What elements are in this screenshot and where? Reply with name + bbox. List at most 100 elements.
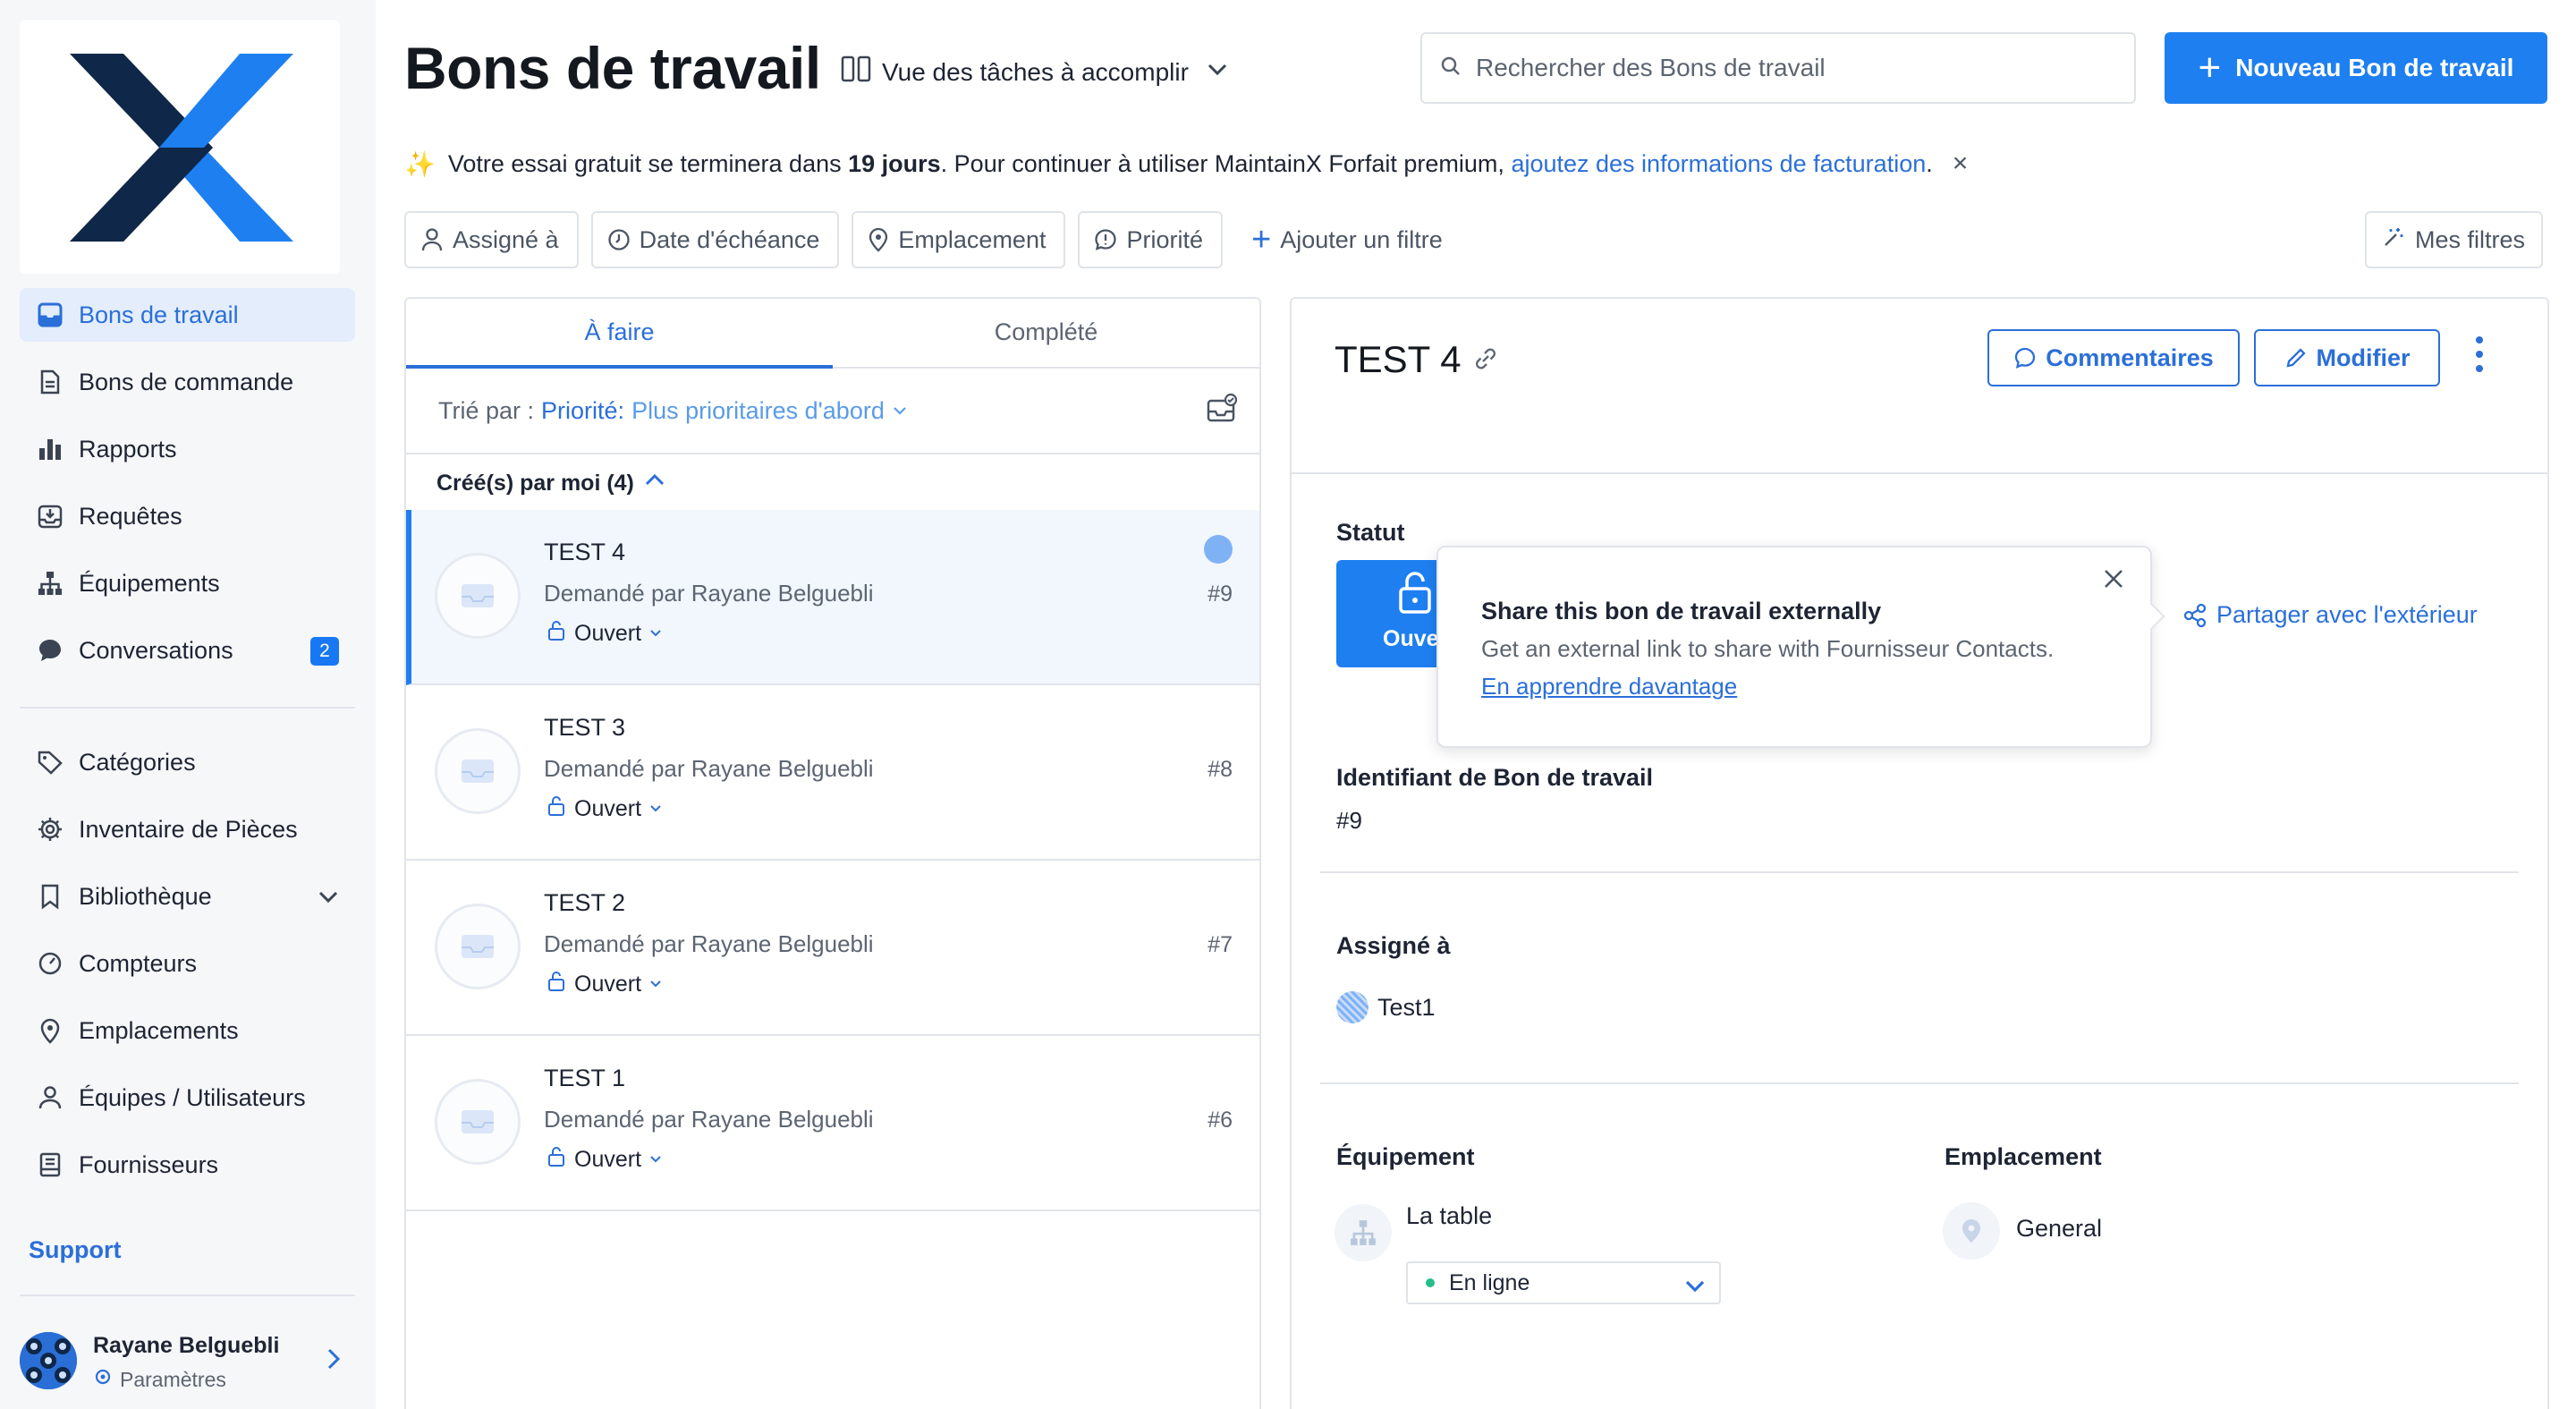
work-order-requester: Demandé par Rayane Belguebli [544, 930, 874, 957]
status-dropdown[interactable]: Ouvert [544, 1147, 663, 1173]
search-input[interactable] [1476, 54, 2102, 82]
popover-title: Share this bon de travail externally [1481, 598, 1882, 624]
work-order-thumbnail [435, 553, 521, 639]
sidebar-item-locations[interactable]: Emplacements [20, 1004, 355, 1057]
chevron-down-icon [648, 796, 663, 822]
link-icon[interactable] [1472, 338, 1499, 381]
detail-title-text: TEST 4 [1335, 338, 1462, 380]
sidebar-item-conversations[interactable]: Conversations 2 [20, 624, 355, 677]
sort-prefix: Trié par : [438, 397, 535, 424]
work-order-title: TEST 2 [544, 889, 626, 916]
status-dropdown[interactable]: Ouvert [544, 621, 663, 647]
work-order-thumbnail [435, 1079, 521, 1165]
close-icon[interactable]: × [1953, 149, 1969, 179]
list-item[interactable]: TEST 2 Demandé par Rayane Belguebli Ouve… [406, 861, 1259, 1036]
filter-assigned-to[interactable]: Assigné à [404, 211, 579, 268]
sidebar-item-vendors[interactable]: Fournisseurs [20, 1138, 355, 1192]
sidebar-item-label: Inventaire de Pièces [79, 815, 298, 843]
chevron-down-icon [1683, 1274, 1707, 1303]
sidebar-item-label: Catégories [79, 748, 196, 776]
avatar [1336, 991, 1368, 1023]
my-filters-button[interactable]: Mes filtres [2365, 211, 2544, 268]
assignee[interactable]: Test1 [1336, 991, 1436, 1023]
status-label: Statut [1336, 519, 1405, 546]
sidebar-item-label: Équipements [79, 569, 220, 597]
location-value[interactable]: General [2016, 1215, 2102, 1243]
list-item[interactable]: TEST 3 Demandé par Rayane Belguebli Ouve… [406, 685, 1259, 861]
user-profile[interactable]: Rayane Belguebli Paramètres [20, 1328, 355, 1396]
sidebar-item-meters[interactable]: Compteurs [20, 937, 355, 990]
document-icon [34, 366, 66, 398]
asset-state-select[interactable]: En ligne [1406, 1261, 1721, 1304]
bookmark-icon [34, 880, 66, 912]
sort-control[interactable]: Trié par : Priorité: Plus prioritaires d… [438, 397, 908, 425]
filter-location[interactable]: Emplacement [852, 211, 1066, 268]
chevron-down-icon[interactable] [316, 884, 341, 915]
sidebar-item-categories[interactable]: Catégories [20, 735, 355, 789]
sidebar-item-work-orders[interactable]: Bons de travail [20, 288, 355, 342]
sidebar-item-requests[interactable]: Requêtes [20, 489, 355, 543]
share-externally-label: Partager avec l'extérieur [2216, 601, 2478, 628]
hierarchy-icon [34, 567, 66, 599]
search-box[interactable] [1420, 32, 2136, 104]
unlock-icon [547, 1147, 565, 1173]
sidebar-item-reports[interactable]: Rapports [20, 422, 355, 476]
trial-banner: ✨ Votre essai gratuit se terminera dans … [404, 149, 1968, 179]
profile-name: Rayane Belguebli [93, 1333, 280, 1358]
hierarchy-icon [1335, 1204, 1392, 1261]
comments-label: Commentaires [2046, 344, 2214, 371]
asset-value[interactable]: La table [1406, 1202, 1492, 1230]
chevron-right-icon[interactable] [319, 1345, 346, 1377]
work-order-detail: TEST 4 Commentaires Modifier Statut Ouve… [1290, 297, 2549, 1409]
gear-icon [34, 813, 66, 845]
status-dropdown[interactable]: Ouvert [544, 796, 663, 822]
work-order-title: TEST 3 [544, 714, 626, 741]
work-order-title: TEST 1 [544, 1065, 626, 1091]
status-label: Ouvert [574, 621, 642, 646]
popover-body: Get an external link to share with Fourn… [1481, 635, 2055, 662]
share-externally-link[interactable]: Partager avec l'extérieur [2182, 601, 2478, 629]
learn-more-link[interactable]: En apprendre davantage [1481, 673, 1737, 700]
support-link[interactable]: Support [29, 1236, 121, 1264]
filter-priority[interactable]: Priorité [1078, 211, 1223, 268]
status-dropdown[interactable]: Ouvert [544, 972, 663, 997]
tab-completed[interactable]: Complété [833, 318, 1259, 346]
edit-button[interactable]: Modifier [2254, 329, 2440, 386]
columns-icon [841, 55, 871, 89]
chat-icon [34, 634, 66, 666]
add-filter-label: Ajouter un filtre [1280, 225, 1443, 253]
chevron-down-icon [648, 972, 663, 997]
close-icon[interactable] [2102, 567, 2125, 595]
profile-settings[interactable]: Paramètres [93, 1367, 226, 1392]
sidebar-item-label: Emplacements [79, 1016, 239, 1044]
view-selector[interactable]: Vue des tâches à accomplir [841, 55, 1230, 89]
new-work-order-button[interactable]: + Nouveau Bon de travail [2165, 32, 2547, 104]
sidebar-item-label: Bibliothèque [79, 882, 212, 910]
divider [1320, 1082, 2519, 1084]
filter-due-date[interactable]: Date d'échéance [590, 211, 840, 268]
inbox-check-icon[interactable] [1206, 392, 1238, 429]
group-header[interactable]: Créé(s) par moi (4) [436, 469, 666, 498]
sidebar-item-label: Compteurs [79, 949, 198, 977]
work-order-number: #8 [1208, 757, 1233, 782]
sidebar-item-teams-users[interactable]: Équipes / Utilisateurs [20, 1071, 355, 1125]
sidebar-item-purchase-orders[interactable]: Bons de commande [20, 355, 355, 409]
billing-link[interactable]: ajoutez des informations de facturation [1511, 150, 1926, 178]
asset-label: Équipement [1336, 1143, 1475, 1170]
work-order-thumbnail [435, 728, 521, 814]
location-icon [1943, 1202, 2000, 1260]
clock-icon [607, 228, 631, 251]
logo[interactable] [20, 20, 340, 274]
more-options-icon[interactable] [2474, 335, 2485, 378]
comments-button[interactable]: Commentaires [1987, 329, 2240, 386]
list-item[interactable]: TEST 1 Demandé par Rayane Belguebli Ouve… [406, 1036, 1259, 1211]
list-tabs: À faire Complété [406, 299, 1259, 369]
filter-label: Priorité [1126, 225, 1203, 253]
add-filter-button[interactable]: + Ajouter un filtre [1235, 211, 1443, 268]
filter-label: Date d'échéance [639, 225, 820, 253]
tab-todo[interactable]: À faire [406, 318, 833, 346]
sidebar-item-library[interactable]: Bibliothèque [20, 870, 355, 923]
sidebar-item-parts-inventory[interactable]: Inventaire de Pièces [20, 802, 355, 856]
sidebar-item-assets[interactable]: Équipements [20, 556, 355, 610]
list-item[interactable]: TEST 4 Demandé par Rayane Belguebli Ouve… [406, 510, 1259, 685]
